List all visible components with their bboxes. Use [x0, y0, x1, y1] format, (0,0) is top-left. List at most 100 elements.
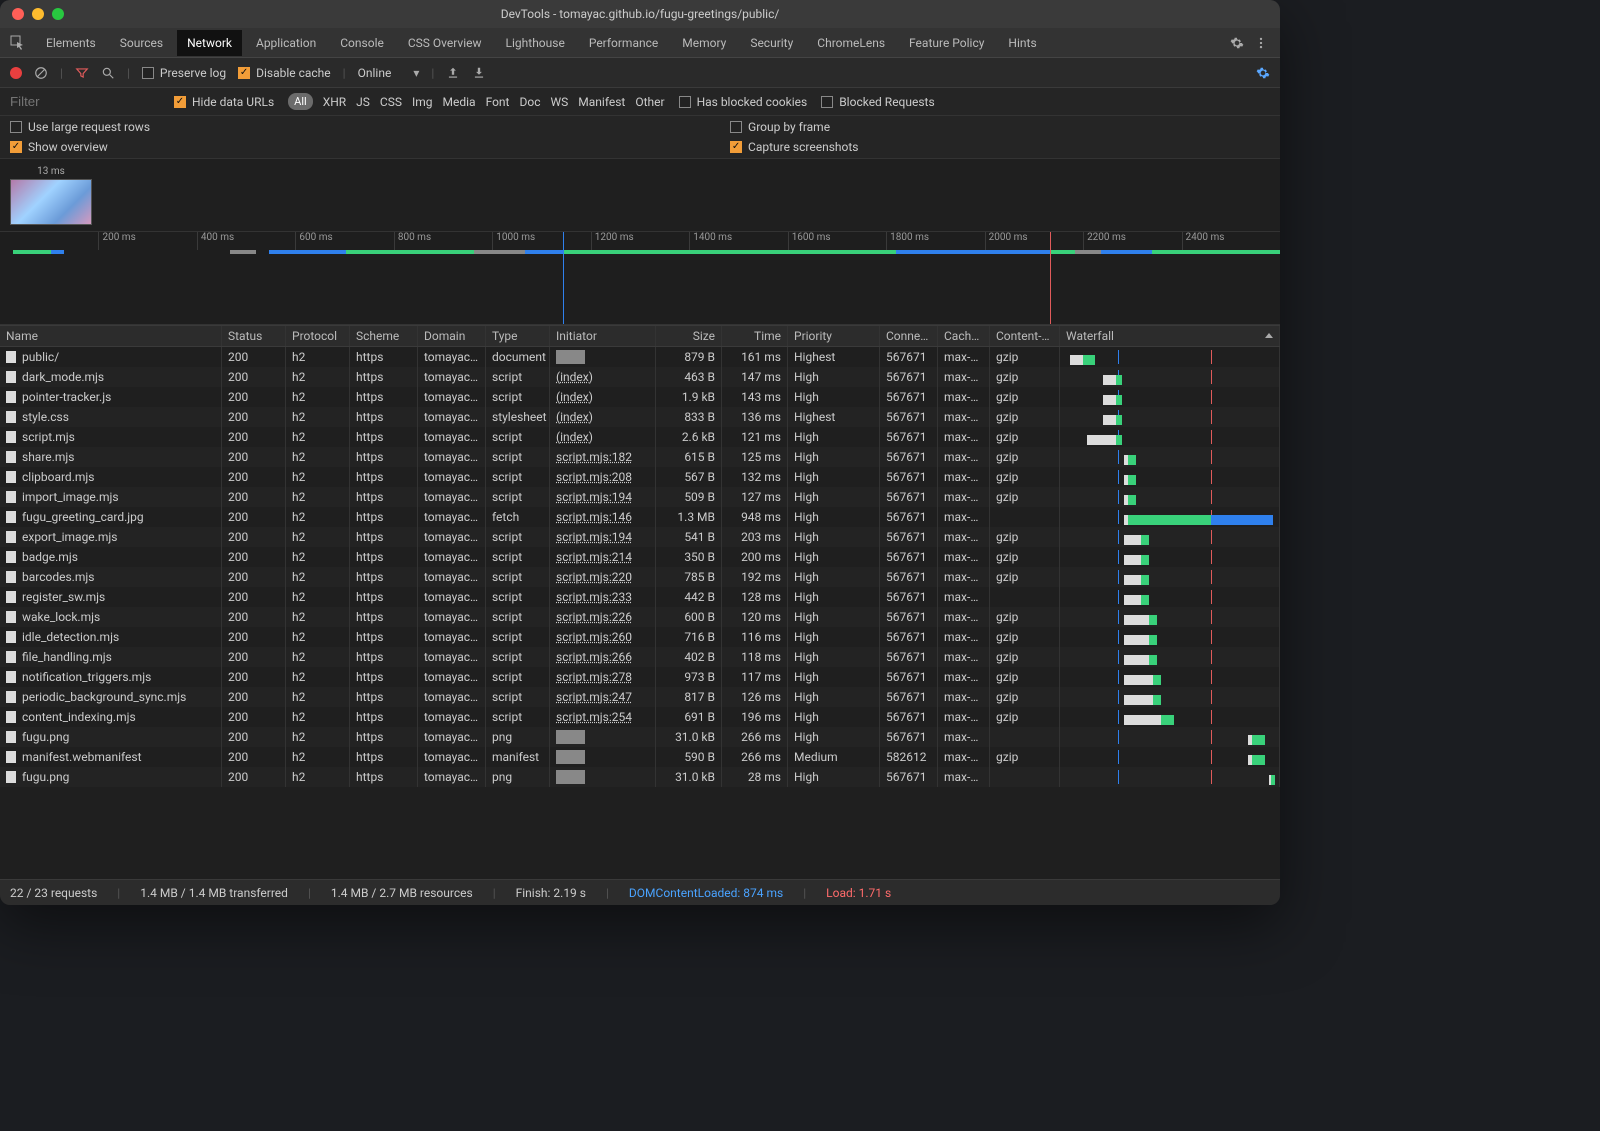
table-row[interactable]: barcodes.mjs200h2httpstomayac…scriptscri… — [0, 567, 1280, 587]
blocked-requests-checkbox[interactable]: Blocked Requests — [821, 95, 934, 109]
tab-chromelens[interactable]: ChromeLens — [807, 30, 895, 56]
cell-connection: 567671 — [880, 767, 938, 787]
settings-icon[interactable] — [1230, 36, 1244, 50]
filter-type-media[interactable]: Media — [443, 95, 476, 109]
tab-network[interactable]: Network — [177, 30, 242, 56]
cell-type: script — [486, 587, 550, 607]
cell-time: 196 ms — [722, 707, 788, 727]
cell-scheme: https — [350, 627, 418, 647]
col-protocol[interactable]: Protocol — [286, 326, 350, 346]
search-icon[interactable] — [101, 66, 115, 80]
tab-console[interactable]: Console — [330, 30, 394, 56]
table-row[interactable]: public/200h2httpstomayac…documentOther87… — [0, 347, 1280, 367]
throttle-select[interactable]: Online▾ — [358, 66, 420, 80]
preserve-log-checkbox[interactable]: Preserve log — [142, 66, 226, 80]
col-type[interactable]: Type — [486, 326, 550, 346]
filter-type-xhr[interactable]: XHR — [323, 95, 346, 109]
hide-data-urls-checkbox[interactable]: Hide data URLs — [174, 95, 274, 109]
tab-feature-policy[interactable]: Feature Policy — [899, 30, 994, 56]
cell-domain: tomayac… — [418, 447, 486, 467]
screenshot-thumb[interactable]: 13 ms — [10, 166, 92, 225]
disable-cache-checkbox[interactable]: Disable cache — [238, 66, 331, 80]
cell-initiator: script.mjs:247 — [550, 687, 656, 707]
table-row[interactable]: fugu_greeting_card.jpg200h2httpstomayac…… — [0, 507, 1280, 527]
cell-waterfall — [1060, 487, 1280, 507]
filter-type-css[interactable]: CSS — [380, 95, 402, 109]
filter-type-img[interactable]: Img — [412, 95, 433, 109]
filter-type-js[interactable]: JS — [356, 95, 370, 109]
table-row[interactable]: file_handling.mjs200h2httpstomayac…scrip… — [0, 647, 1280, 667]
show-overview-checkbox[interactable]: Show overview — [10, 140, 150, 154]
cell-size: 541 B — [656, 527, 722, 547]
tab-performance[interactable]: Performance — [579, 30, 668, 56]
col-status[interactable]: Status — [222, 326, 286, 346]
col-name[interactable]: Name — [0, 326, 222, 346]
col-cach-[interactable]: Cach… — [938, 326, 990, 346]
tab-sources[interactable]: Sources — [110, 30, 173, 56]
col-content-[interactable]: Content-… — [990, 326, 1060, 346]
table-row[interactable]: share.mjs200h2httpstomayac…scriptscript.… — [0, 447, 1280, 467]
cell-name: fugu.png — [0, 727, 222, 747]
table-row[interactable]: style.css200h2httpstomayac…stylesheet(in… — [0, 407, 1280, 427]
table-row[interactable]: import_image.mjs200h2httpstomayac…script… — [0, 487, 1280, 507]
cell-cache: max-… — [938, 587, 990, 607]
upload-icon[interactable] — [446, 66, 460, 80]
filter-type-doc[interactable]: Doc — [519, 95, 540, 109]
table-row[interactable]: export_image.mjs200h2httpstomayac…script… — [0, 527, 1280, 547]
tab-application[interactable]: Application — [246, 30, 326, 56]
col-initiator[interactable]: Initiator — [550, 326, 656, 346]
has-blocked-cookies-checkbox[interactable]: Has blocked cookies — [679, 95, 808, 109]
cell-size: 590 B — [656, 747, 722, 767]
kebab-icon[interactable] — [1254, 36, 1268, 50]
record-button[interactable] — [10, 67, 22, 79]
tab-hints[interactable]: Hints — [998, 30, 1046, 56]
filter-type-other[interactable]: Other — [635, 95, 664, 109]
tab-security[interactable]: Security — [740, 30, 803, 56]
group-frame-checkbox[interactable]: Group by frame — [730, 120, 858, 134]
table-row[interactable]: content_indexing.mjs200h2httpstomayac…sc… — [0, 707, 1280, 727]
clear-icon[interactable] — [34, 66, 48, 80]
network-settings-icon[interactable] — [1256, 66, 1270, 80]
tab-lighthouse[interactable]: Lighthouse — [496, 30, 575, 56]
overview-timeline[interactable]: 200 ms400 ms600 ms800 ms1000 ms1200 ms14… — [0, 231, 1280, 325]
table-row[interactable]: periodic_background_sync.mjs200h2httpsto… — [0, 687, 1280, 707]
table-row[interactable]: pointer-tracker.js200h2httpstomayac…scri… — [0, 387, 1280, 407]
download-icon[interactable] — [472, 66, 486, 80]
table-row[interactable]: register_sw.mjs200h2httpstomayac…scripts… — [0, 587, 1280, 607]
col-conne-[interactable]: Conne… — [880, 326, 938, 346]
filter-type-ws[interactable]: WS — [550, 95, 568, 109]
table-row[interactable]: wake_lock.mjs200h2httpstomayac…scriptscr… — [0, 607, 1280, 627]
inspect-icon[interactable] — [6, 31, 30, 55]
cell-connection: 567671 — [880, 727, 938, 747]
filter-input[interactable] — [10, 94, 160, 109]
table-row[interactable]: badge.mjs200h2httpstomayac…scriptscript.… — [0, 547, 1280, 567]
filter-type-manifest[interactable]: Manifest — [578, 95, 625, 109]
table-row[interactable]: clipboard.mjs200h2httpstomayac…scriptscr… — [0, 467, 1280, 487]
tab-memory[interactable]: Memory — [672, 30, 736, 56]
table-row[interactable]: dark_mode.mjs200h2httpstomayac…script(in… — [0, 367, 1280, 387]
tab-elements[interactable]: Elements — [36, 30, 106, 56]
table-row[interactable]: idle_detection.mjs200h2httpstomayac…scri… — [0, 627, 1280, 647]
filter-icon[interactable] — [75, 66, 89, 80]
cell-protocol: h2 — [286, 627, 350, 647]
cell-cache: max-… — [938, 667, 990, 687]
col-scheme[interactable]: Scheme — [350, 326, 418, 346]
capture-screenshots-checkbox[interactable]: Capture screenshots — [730, 140, 858, 154]
col-time[interactable]: Time — [722, 326, 788, 346]
col-domain[interactable]: Domain — [418, 326, 486, 346]
large-rows-checkbox[interactable]: Use large request rows — [10, 120, 150, 134]
table-row[interactable]: manifest.webmanifest200h2httpstomayac…ma… — [0, 747, 1280, 767]
tab-css-overview[interactable]: CSS Overview — [398, 30, 492, 56]
cell-waterfall — [1060, 687, 1280, 707]
table-row[interactable]: fugu.png200h2httpstomayac…pngOther31.0 k… — [0, 767, 1280, 787]
filter-type-font[interactable]: Font — [486, 95, 510, 109]
table-row[interactable]: notification_triggers.mjs200h2httpstomay… — [0, 667, 1280, 687]
table-row[interactable]: script.mjs200h2httpstomayac…script(index… — [0, 427, 1280, 447]
cell-protocol: h2 — [286, 487, 350, 507]
col-waterfall[interactable]: Waterfall — [1060, 326, 1280, 346]
filter-type-all[interactable]: All — [288, 93, 313, 110]
col-size[interactable]: Size — [656, 326, 722, 346]
cell-cache: max-… — [938, 387, 990, 407]
col-priority[interactable]: Priority — [788, 326, 880, 346]
table-row[interactable]: fugu.png200h2httpstomayac…pngOther31.0 k… — [0, 727, 1280, 747]
